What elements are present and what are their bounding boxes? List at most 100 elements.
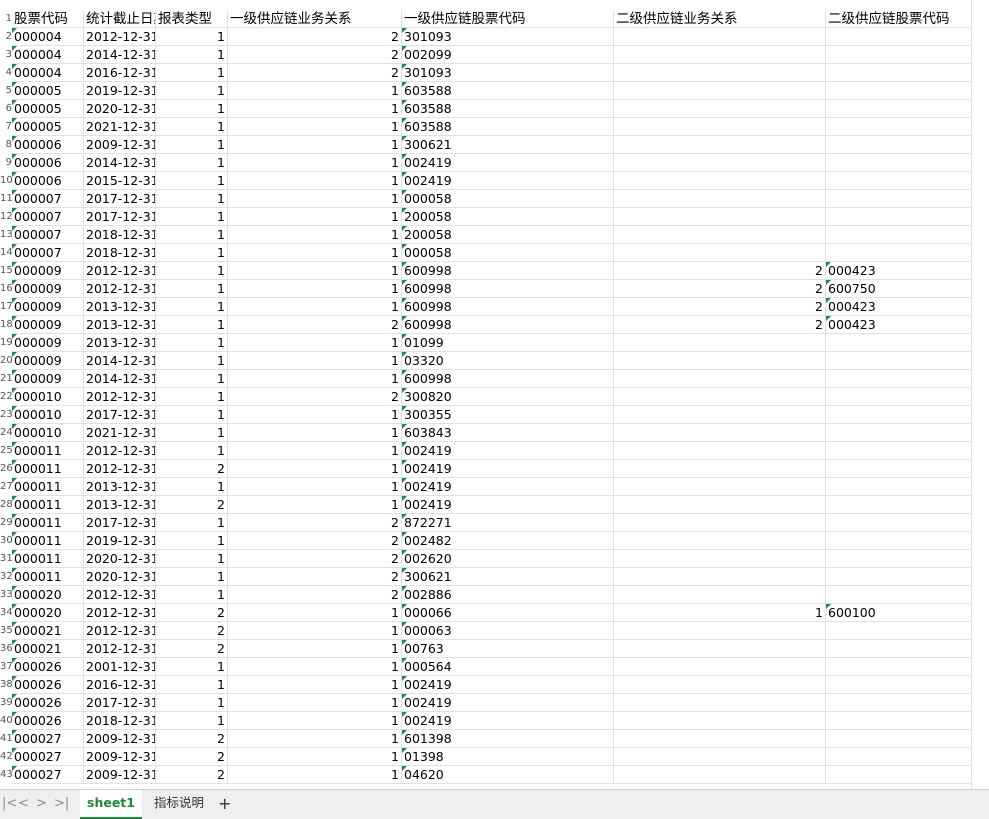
cell-a[interactable]: 000011 <box>12 532 84 550</box>
row-number[interactable]: 17 <box>0 298 12 316</box>
cell-a[interactable]: 000026 <box>12 694 84 712</box>
cell-f[interactable] <box>614 370 826 388</box>
column-letter-a[interactable]: A <box>12 0 84 2</box>
cell-e[interactable]: 000564 <box>402 658 614 676</box>
cell-e[interactable]: 002419 <box>402 460 614 478</box>
cell-g[interactable] <box>826 100 972 118</box>
cell-c[interactable]: 1 <box>156 316 228 334</box>
cell-c[interactable]: 1 <box>156 28 228 46</box>
row-number[interactable]: 38 <box>0 676 12 694</box>
cell-f[interactable] <box>614 460 826 478</box>
row-number[interactable]: 8 <box>0 136 12 154</box>
cell-d[interactable]: 2 <box>228 46 402 64</box>
cell-c[interactable]: 1 <box>156 586 228 604</box>
cell-e[interactable]: 301093 <box>402 28 614 46</box>
cell-a[interactable]: 000027 <box>12 730 84 748</box>
cell-c[interactable]: 1 <box>156 658 228 676</box>
cell-f[interactable] <box>614 766 826 784</box>
cell-e[interactable]: 01099 <box>402 334 614 352</box>
cell-a[interactable]: 000007 <box>12 244 84 262</box>
cell-c[interactable]: 1 <box>156 100 228 118</box>
last-sheet-nav-icon[interactable]: >| <box>54 796 69 812</box>
cell-b[interactable]: 2009-12-31 <box>84 730 156 748</box>
cell-d[interactable]: 1 <box>228 460 402 478</box>
header-cell[interactable]: 二级供应链股票代码 <box>826 10 972 28</box>
cell-a[interactable]: 000021 <box>12 622 84 640</box>
cell-a[interactable]: 000021 <box>12 640 84 658</box>
row-number[interactable]: 4 <box>0 64 12 82</box>
cell-c[interactable]: 1 <box>156 532 228 550</box>
header-cell[interactable]: 二级供应链业务关系 <box>614 10 826 28</box>
header-cell[interactable]: 股票代码 <box>12 10 84 28</box>
cell-a[interactable]: 000007 <box>12 190 84 208</box>
cell-c[interactable]: 2 <box>156 766 228 784</box>
cell-c[interactable]: 1 <box>156 388 228 406</box>
cell-a[interactable]: 000010 <box>12 406 84 424</box>
row-number[interactable]: 35 <box>0 622 12 640</box>
cell-f[interactable] <box>614 514 826 532</box>
cell-g[interactable] <box>826 766 972 784</box>
cell-c[interactable]: 1 <box>156 118 228 136</box>
cell-a[interactable]: 000009 <box>12 262 84 280</box>
cell-d[interactable]: 1 <box>228 424 402 442</box>
cell-c[interactable]: 2 <box>156 730 228 748</box>
cell-e[interactable]: 200058 <box>402 208 614 226</box>
cell-c[interactable]: 2 <box>156 604 228 622</box>
row-number[interactable]: 42 <box>0 748 12 766</box>
row-number[interactable]: 26 <box>0 460 12 478</box>
cell-a[interactable]: 000007 <box>12 208 84 226</box>
cell-a[interactable]: 000011 <box>12 496 84 514</box>
cell-g[interactable] <box>826 244 972 262</box>
cell-g[interactable] <box>826 460 972 478</box>
row-number[interactable]: 18 <box>0 316 12 334</box>
cell-f[interactable] <box>614 226 826 244</box>
cell-b[interactable]: 2012-12-31 <box>84 622 156 640</box>
cell-c[interactable]: 1 <box>156 334 228 352</box>
cell-d[interactable]: 1 <box>228 136 402 154</box>
cell-g[interactable] <box>826 514 972 532</box>
cell-f[interactable] <box>614 352 826 370</box>
cell-a[interactable]: 000026 <box>12 676 84 694</box>
cell-a[interactable]: 000006 <box>12 154 84 172</box>
cell-d[interactable]: 1 <box>228 172 402 190</box>
column-letter-c[interactable]: C <box>156 0 228 2</box>
cell-e[interactable]: 601398 <box>402 730 614 748</box>
row-number[interactable]: 3 <box>0 46 12 64</box>
row-number[interactable]: 5 <box>0 82 12 100</box>
cell-b[interactable]: 2013-12-31 <box>84 496 156 514</box>
cell-c[interactable]: 1 <box>156 280 228 298</box>
cell-e[interactable]: 603588 <box>402 82 614 100</box>
cell-e[interactable]: 000066 <box>402 604 614 622</box>
row-number[interactable]: 25 <box>0 442 12 460</box>
cell-b[interactable]: 2012-12-31 <box>84 640 156 658</box>
cell-e[interactable]: 300820 <box>402 388 614 406</box>
cell-f[interactable]: 2 <box>614 262 826 280</box>
cell-b[interactable]: 2012-12-31 <box>84 280 156 298</box>
row-number[interactable]: 29 <box>0 514 12 532</box>
cell-d[interactable]: 1 <box>228 604 402 622</box>
cell-b[interactable]: 2014-12-31 <box>84 154 156 172</box>
cell-f[interactable] <box>614 658 826 676</box>
cell-g[interactable]: 000423 <box>826 298 972 316</box>
row-number[interactable]: 36 <box>0 640 12 658</box>
cell-a[interactable]: 000009 <box>12 316 84 334</box>
cell-g[interactable] <box>826 28 972 46</box>
cell-e[interactable]: 03320 <box>402 352 614 370</box>
cell-g[interactable] <box>826 550 972 568</box>
cell-g[interactable] <box>826 694 972 712</box>
cell-a[interactable]: 000009 <box>12 370 84 388</box>
cell-e[interactable]: 002419 <box>402 694 614 712</box>
cell-a[interactable]: 000020 <box>12 586 84 604</box>
cell-c[interactable]: 1 <box>156 154 228 172</box>
cell-d[interactable]: 1 <box>228 478 402 496</box>
cell-e[interactable]: 002886 <box>402 586 614 604</box>
cell-e[interactable]: 01398 <box>402 748 614 766</box>
cell-a[interactable]: 000005 <box>12 118 84 136</box>
cell-f[interactable] <box>614 712 826 730</box>
cell-c[interactable]: 1 <box>156 64 228 82</box>
cell-g[interactable] <box>826 46 972 64</box>
cell-g[interactable] <box>826 478 972 496</box>
cell-g[interactable] <box>826 136 972 154</box>
spreadsheet-grid[interactable]: ABCDEFG 1股票代码统计截止日期报表类型一级供应链业务关系一级供应链股票代… <box>0 0 989 789</box>
cell-c[interactable]: 2 <box>156 622 228 640</box>
